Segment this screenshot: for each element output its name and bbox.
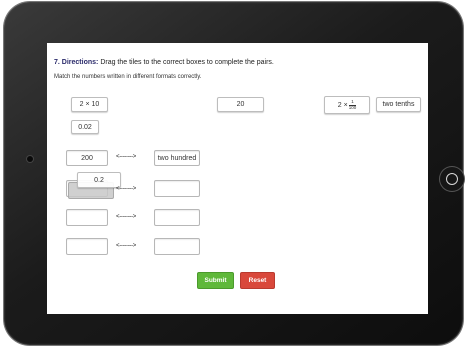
directions-label: Directions:	[61, 59, 99, 66]
pair-arrow-3: <-------->	[116, 214, 136, 220]
right-box-4[interactable]	[154, 238, 200, 255]
pair-arrow-2: <-------->	[116, 186, 136, 192]
home-ring-icon	[446, 173, 458, 185]
right-box-1[interactable]: two hundred	[154, 150, 200, 166]
home-button[interactable]	[440, 167, 464, 191]
screen: 7. Directions: Drag the tiles to the cor…	[47, 43, 428, 314]
right-box-2[interactable]	[154, 180, 200, 197]
tablet-frame: 7. Directions: Drag the tiles to the cor…	[4, 2, 464, 345]
fraction-numerator: 1	[351, 99, 354, 104]
tile-2x-prefix: 2 ×	[337, 101, 348, 109]
question-heading: 7. Directions: Drag the tiles to the cor…	[54, 59, 274, 66]
tile-two-tenths[interactable]: two tenths	[376, 97, 421, 112]
question-number: 7.	[54, 59, 60, 66]
left-box-3[interactable]	[66, 209, 108, 226]
tile-0-02[interactable]: 0.02	[71, 120, 99, 134]
right-box-3[interactable]	[154, 209, 200, 226]
fraction-denominator: 100	[348, 105, 357, 110]
fraction: 1 100	[348, 99, 357, 110]
pair-arrow-1: <-------->	[116, 154, 136, 160]
tile-2x-fraction[interactable]: 2 × 1 100	[324, 96, 370, 114]
left-box-1[interactable]: 200	[66, 150, 108, 166]
tile-20[interactable]: 20	[217, 97, 264, 112]
dragging-tile-0-2[interactable]: 0.2	[77, 172, 121, 188]
left-box-4[interactable]	[66, 238, 108, 255]
reset-button[interactable]: Reset	[240, 272, 275, 289]
pair-arrow-4: <-------->	[116, 243, 136, 249]
tile-2x10[interactable]: 2 × 10	[71, 97, 108, 112]
submit-button[interactable]: Submit	[197, 272, 234, 289]
camera-icon	[27, 156, 33, 162]
directions-text: Drag the tiles to the correct boxes to c…	[100, 59, 274, 66]
question-subtext: Match the numbers written in different f…	[54, 74, 202, 80]
